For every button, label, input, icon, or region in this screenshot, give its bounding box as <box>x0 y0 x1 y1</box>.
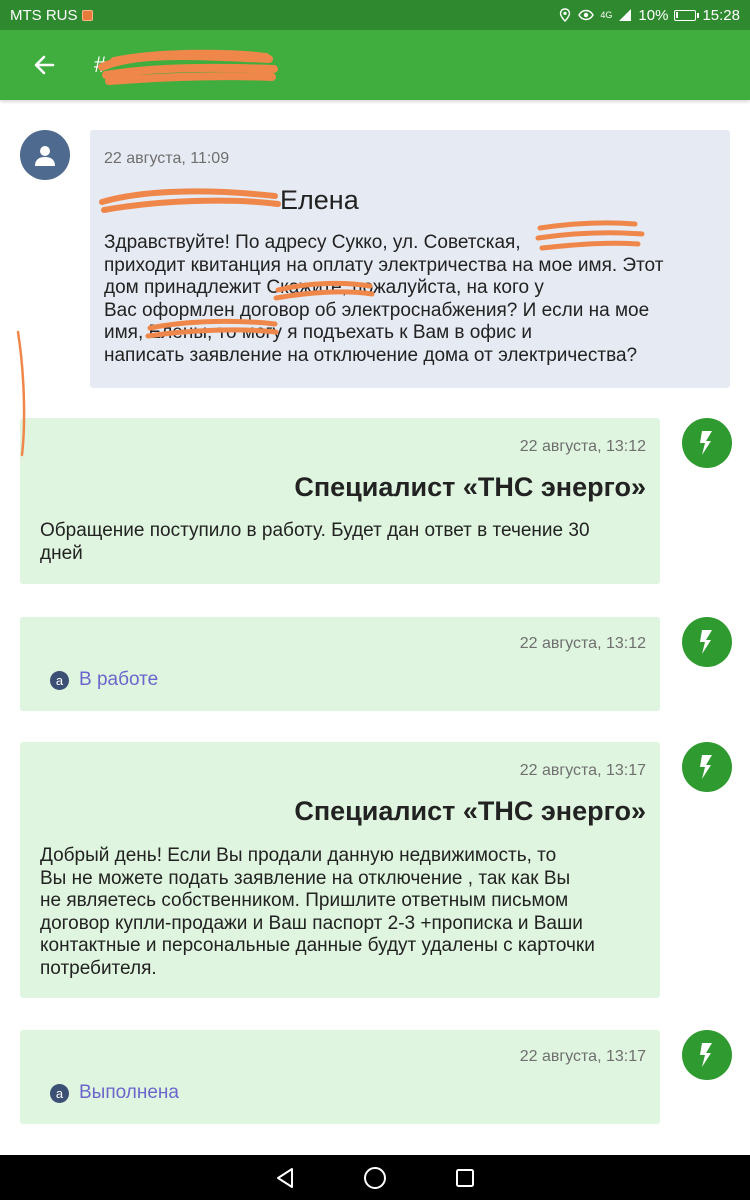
clock: 15:28 <box>702 6 740 24</box>
outgoing-message: 22 августа, 13:12 Специалист «ТНС энерго… <box>20 418 660 584</box>
system-nav-bar <box>0 1155 750 1200</box>
status-chip-icon: a <box>50 670 69 690</box>
arrow-left-icon <box>34 55 55 75</box>
status-message: 22 августа, 13:17 a Выполнена <box>20 1030 660 1124</box>
status-label[interactable]: В работе <box>79 669 158 691</box>
eye-icon <box>578 9 595 21</box>
square-recents-icon <box>456 1168 474 1187</box>
status-chip[interactable]: a В работе <box>50 669 158 691</box>
person-icon <box>35 146 55 166</box>
carrier-badge-icon <box>81 9 93 21</box>
nav-home-button[interactable] <box>330 1155 420 1200</box>
signal-icon <box>619 9 632 21</box>
body-line: потребителя. <box>40 957 157 979</box>
back-button[interactable] <box>14 30 74 100</box>
carrier-name: MTS RUS <box>10 6 78 24</box>
body-line: договор купли-продажи и Ваш паспорт 2-3 … <box>40 912 583 934</box>
location-icon <box>560 8 571 22</box>
page-title: # <box>94 52 107 77</box>
system-status-bar: MTS RUS 4G 10% 15:28 <box>0 0 750 30</box>
message-time: 22 августа, 13:12 <box>519 438 646 455</box>
network-type: 4G <box>600 9 613 20</box>
body-line: не являетесь собственником. Пришлите отв… <box>40 890 569 911</box>
status-left: MTS RUS <box>10 7 93 24</box>
battery-percent: 10% <box>638 6 669 24</box>
status-message: 22 августа, 13:12 a В работе <box>20 617 660 711</box>
body-line: Вы не можете подать заявление на отключе… <box>40 867 571 889</box>
title-wrap: # <box>94 45 294 85</box>
status-right: 4G 10% 15:28 <box>558 7 740 24</box>
body-line: Добрый день! Если Вы продали данную недв… <box>40 845 557 866</box>
outgoing-message: 22 августа, 13:17 Специалист «ТНС энерго… <box>20 742 660 998</box>
battery-level <box>676 11 679 18</box>
company-avatar <box>682 742 732 792</box>
ths-logo-icon <box>700 431 712 455</box>
company-avatar <box>682 418 732 468</box>
battery-icon <box>674 9 700 21</box>
status-chip[interactable]: a Выполнена <box>50 1082 179 1104</box>
app-bar: # <box>0 30 750 100</box>
user-avatar <box>20 130 70 180</box>
body-line: контактные и персональные данные будут у… <box>40 935 595 956</box>
body-line: дней <box>40 542 83 564</box>
circle-home-icon <box>364 1166 386 1189</box>
message-body: Добрый день! Если Вы продали данную недв… <box>40 845 650 980</box>
nav-back-button[interactable] <box>240 1155 330 1200</box>
message-time: 22 августа, 13:17 <box>519 762 646 779</box>
ths-logo-icon <box>700 630 712 654</box>
ths-logo-icon <box>700 755 712 779</box>
company-avatar <box>682 617 732 667</box>
ths-logo-icon <box>700 1043 712 1067</box>
company-avatar <box>682 1030 732 1080</box>
incoming-message: 22 августа, 11:09 Елена Здравствуйте! По… <box>90 130 730 388</box>
message-author: Специалист «ТНС энерго» <box>294 796 646 826</box>
triangle-back-icon <box>277 1167 293 1188</box>
message-time: 22 августа, 13:17 <box>519 1048 646 1065</box>
message-body: Обращение поступило в работу. Будет дан … <box>40 520 640 565</box>
message-author: Специалист «ТНС энерго» <box>294 472 646 502</box>
status-label[interactable]: Выполнена <box>79 1082 179 1104</box>
message-time: 22 августа, 13:12 <box>519 635 646 652</box>
status-chip-icon: a <box>50 1083 69 1103</box>
redaction-scribbles <box>99 188 645 339</box>
nav-recents-button[interactable] <box>420 1155 510 1200</box>
body-line: Обращение поступило в работу. Будет дан … <box>40 520 590 541</box>
redaction-scribble <box>98 49 278 85</box>
